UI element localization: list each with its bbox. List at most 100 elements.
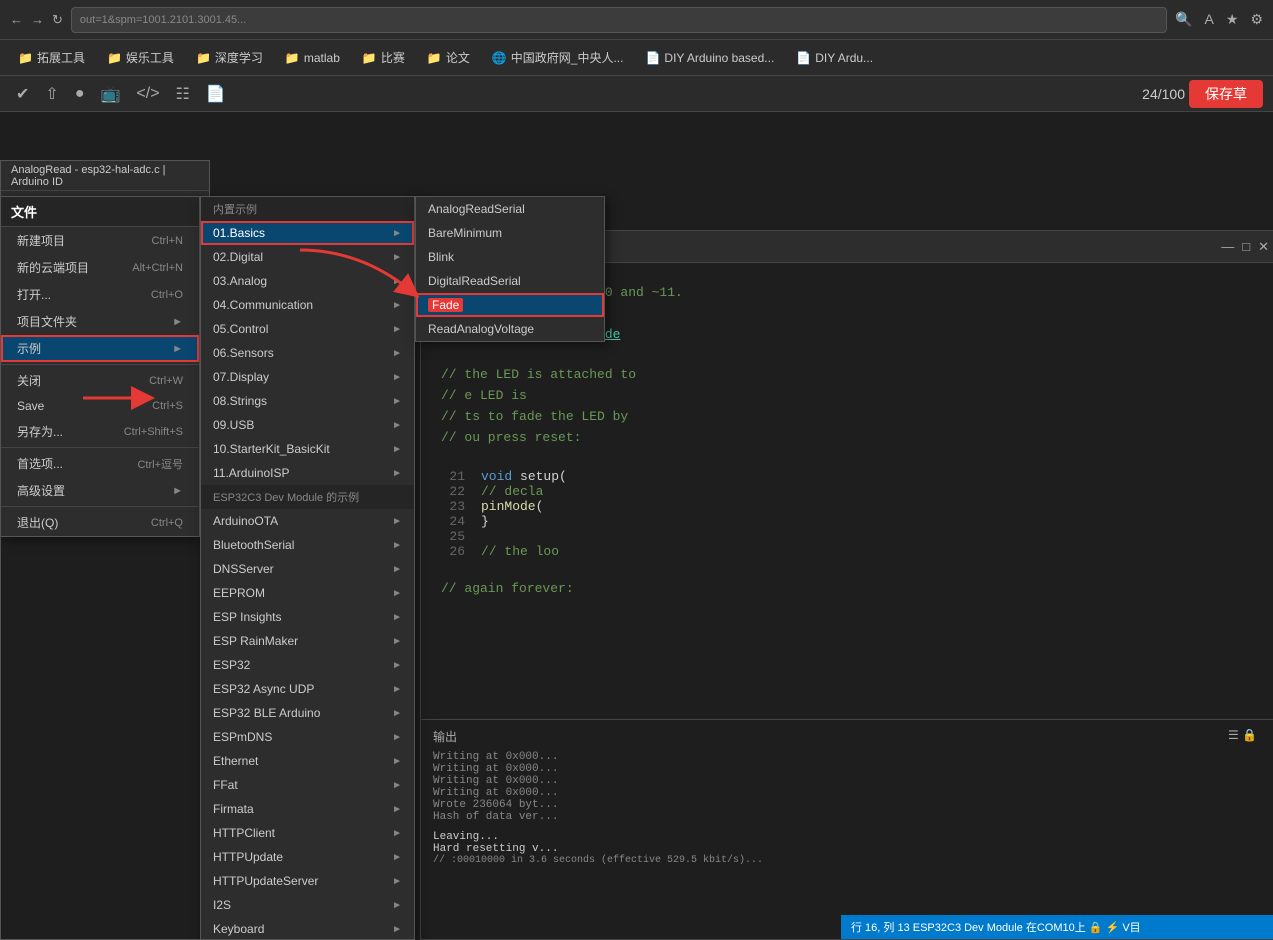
code-line-26: 26 // the loo	[441, 544, 1259, 559]
refresh-icon[interactable]: ↻	[52, 12, 63, 28]
submenu-esp32-ble[interactable]: ESP32 BLE Arduino ►	[201, 701, 414, 725]
submenu-sensors[interactable]: 06.Sensors ►	[201, 341, 414, 365]
code-line-comment5: // e LED is	[441, 386, 1259, 407]
browser-icon-group: 🔍 A ★ ⚙	[1175, 11, 1263, 28]
submenu-dnsserver[interactable]: DNSServer ►	[201, 557, 414, 581]
bookmark-competition[interactable]: 📁 比赛	[354, 47, 413, 68]
submenu-esp32[interactable]: ESP32 ►	[201, 653, 414, 677]
forward-icon[interactable]: →	[31, 12, 44, 27]
submenu-basics[interactable]: 01.Basics ►	[201, 221, 414, 245]
submenu2-readanalogvoltage[interactable]: ReadAnalogVoltage	[416, 317, 604, 341]
menu-advanced-settings[interactable]: 高级设置 ►	[1, 477, 199, 504]
submenu-i2s[interactable]: I2S ►	[201, 893, 414, 917]
menu-preferences[interactable]: 首选项... Ctrl+逗号	[1, 450, 199, 477]
menu-examples[interactable]: 示例 ►	[1, 335, 199, 362]
menu-close[interactable]: 关闭 Ctrl+W	[1, 367, 199, 394]
bg-ide-titlebar: AnalogRead - esp32-hal-adc.c | Arduino I…	[1, 161, 209, 191]
serial-monitor-icon[interactable]: 📺	[94, 82, 126, 106]
submenu2-digitalreadserial[interactable]: DigitalReadSerial	[416, 269, 604, 293]
submenu-httpclient[interactable]: HTTPClient ►	[201, 821, 414, 845]
submenu-arduinoisp[interactable]: 11.ArduinoISP ►	[201, 461, 414, 485]
submenu-starterkit[interactable]: 10.StarterKit_BasicKit ►	[201, 437, 414, 461]
submenu-digital[interactable]: 02.Digital ►	[201, 245, 414, 269]
submenu-bluetoothserial[interactable]: BluetoothSerial ►	[201, 533, 414, 557]
bookmark-diy1[interactable]: 📄 DIY Arduino based...	[637, 49, 782, 67]
submenu-control[interactable]: 05.Control ►	[201, 317, 414, 341]
debug-icon[interactable]: ●	[69, 83, 91, 105]
file-icon[interactable]: 📄	[200, 82, 232, 106]
block-icon[interactable]: ☷	[170, 82, 196, 106]
submenu2-bareminimum[interactable]: BareMinimum	[416, 221, 604, 245]
menu-open[interactable]: 打开... Ctrl+O	[1, 281, 199, 308]
submenu-esp-rainmaker[interactable]: ESP RainMaker ►	[201, 629, 414, 653]
output-line-3: Writing at 0x000...	[433, 775, 1267, 787]
submenu-communication[interactable]: 04.Communication ►	[201, 293, 414, 317]
output-line-2: Writing at 0x000...	[433, 763, 1267, 775]
code-line-comment4: // the LED is attached to	[441, 365, 1259, 386]
menu-divider-2	[1, 447, 199, 448]
menu-save[interactable]: Save Ctrl+S	[1, 394, 199, 418]
submenu-display[interactable]: 07.Display ►	[201, 365, 414, 389]
output-area: 输出 ☰ 🔒 Writing at 0x000... Writing at 0x…	[421, 719, 1273, 939]
submenu-ffat[interactable]: FFat ►	[201, 773, 414, 797]
submenu-eeprom[interactable]: EEPROM ►	[201, 581, 414, 605]
star-icon[interactable]: ★	[1226, 11, 1239, 28]
bookmark-entertainment[interactable]: 📁 娱乐工具	[99, 47, 182, 68]
submenu-firmata[interactable]: Firmata ►	[201, 797, 414, 821]
bookmark-matlab[interactable]: 📁 matlab	[277, 49, 348, 67]
submenu-httpupdateserver[interactable]: HTTPUpdateServer ►	[201, 869, 414, 893]
code-line-23: 23 pinMode(	[441, 499, 1259, 514]
bookmark-deeplearning[interactable]: 📁 深度学习	[188, 47, 271, 68]
bookmark-diy2[interactable]: 📄 DIY Ardu...	[788, 49, 881, 67]
file-menu-title: 文件	[11, 202, 37, 221]
status-text: 行 16, 列 13 ESP32C3 Dev Module 在COM10上 🔒 …	[851, 919, 1141, 935]
submenu-espmdns[interactable]: ESPmDNS ►	[201, 725, 414, 749]
output-line-1: Writing at 0x000...	[433, 751, 1267, 763]
menu-divider-3	[1, 506, 199, 507]
submenu-strings[interactable]: 08.Strings ►	[201, 389, 414, 413]
browser-toolbar: ← → ↻ out=1&spm=1001.2101.3001.45... 🔍 A…	[0, 0, 1273, 40]
output-header: 输出 ☰ 🔒	[433, 728, 1267, 745]
menu-project-folder[interactable]: 项目文件夹 ►	[1, 308, 199, 335]
output-line-9: // :00010000 in 3.6 seconds (effective 5…	[433, 855, 1267, 866]
bookmarks-bar: 📁 拓展工具 📁 娱乐工具 📁 深度学习 📁 matlab 📁 比赛 📁 论文 …	[0, 40, 1273, 76]
submenu-ethernet[interactable]: Ethernet ►	[201, 749, 414, 773]
menu-new-cloud-project[interactable]: 新的云端项目 Alt+Ctrl+N	[1, 254, 199, 281]
submenu-httpupdate[interactable]: HTTPUpdate ►	[201, 845, 414, 869]
close-icon[interactable]: ✕	[1258, 239, 1269, 255]
submenu2-analogreadserial[interactable]: AnalogReadSerial	[416, 197, 604, 221]
output-line-8: Hard resetting v...	[433, 843, 1267, 855]
basics-submenu: AnalogReadSerial BareMinimum Blink Digit…	[415, 196, 605, 342]
code-line-comment6: // ts to fade the LED by	[441, 407, 1259, 428]
submenu-arduinaota[interactable]: ArduinoOTA ►	[201, 509, 414, 533]
submenu-esp32-async-udp[interactable]: ESP32 Async UDP ►	[201, 677, 414, 701]
menu-exit[interactable]: 退出(Q) Ctrl+Q	[1, 509, 199, 536]
file-menu: 文件 新建项目 Ctrl+N 新的云端项目 Alt+Ctrl+N 打开... C…	[0, 196, 200, 537]
bookmark-extensions[interactable]: 📁 拓展工具	[10, 47, 93, 68]
font-icon[interactable]: A	[1205, 11, 1214, 28]
menu-save-as[interactable]: 另存为... Ctrl+Shift+S	[1, 418, 199, 445]
submenu-usb[interactable]: 09.USB ►	[201, 413, 414, 437]
upload-icon[interactable]: ⇧	[39, 82, 64, 106]
verify-icon[interactable]: ✔	[10, 82, 35, 106]
submenu2-fade[interactable]: Fade	[416, 293, 604, 317]
top-toolbar: ✔ ⇧ ● 📺 </> ☷ 📄 24/100 保存草	[0, 76, 1273, 112]
output-line-5: Wrote 236064 byt...	[433, 799, 1267, 811]
minimize-icon[interactable]: —	[1221, 239, 1234, 255]
settings-icon[interactable]: ⚙	[1250, 11, 1263, 28]
submenu-keyboard[interactable]: Keyboard ►	[201, 917, 414, 940]
submenu2-blink[interactable]: Blink	[416, 245, 604, 269]
menu-new-project[interactable]: 新建项目 Ctrl+N	[1, 227, 199, 254]
submenu-analog[interactable]: 03.Analog ►	[201, 269, 414, 293]
bookmark-paper[interactable]: 📁 论文	[419, 47, 478, 68]
submenu-esp-insights[interactable]: ESP Insights ►	[201, 605, 414, 629]
save-button[interactable]: 保存草	[1189, 80, 1263, 108]
code-line-21: 21 void setup(	[441, 469, 1259, 484]
back-icon[interactable]: ←	[10, 12, 23, 27]
code-icon[interactable]: </>	[130, 83, 165, 105]
url-bar[interactable]: out=1&spm=1001.2101.3001.45...	[71, 7, 1167, 33]
code-line-24: 24 }	[441, 514, 1259, 529]
maximize-icon[interactable]: □	[1242, 239, 1250, 255]
bookmark-gov[interactable]: 🌐 中国政府网_中央人...	[484, 47, 632, 68]
search-icon[interactable]: 🔍	[1175, 11, 1192, 28]
